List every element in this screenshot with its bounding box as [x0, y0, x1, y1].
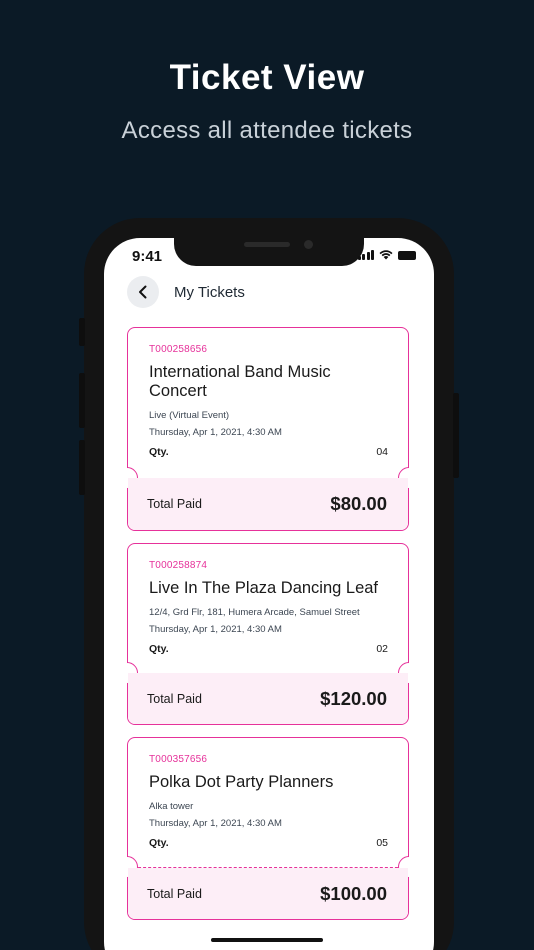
- quantity-label: Qty.: [149, 643, 169, 655]
- total-paid-row: Total Paid $100.00: [128, 868, 408, 919]
- event-name: Live In The Plaza Dancing Leaf: [149, 579, 379, 597]
- status-time: 9:41: [132, 248, 163, 265]
- home-indicator[interactable]: [211, 938, 323, 942]
- quantity-row: Qty. 04: [149, 446, 388, 458]
- power-button: [453, 393, 459, 478]
- page-title: My Tickets: [174, 284, 245, 301]
- event-venue: Alka tower: [149, 801, 194, 812]
- total-paid-amount: $120.00: [320, 687, 387, 709]
- quantity-value: 02: [376, 643, 388, 655]
- ticket-card[interactable]: T000258656 International Band Music Conc…: [127, 327, 409, 531]
- ticket-id: T000258656: [149, 344, 208, 355]
- speaker: [244, 242, 290, 247]
- quantity-row: Qty. 05: [149, 837, 388, 849]
- quantity-value: 05: [376, 837, 388, 849]
- event-venue: Live (Virtual Event): [149, 410, 230, 421]
- cellular-signal-icon: [357, 250, 374, 260]
- front-camera: [304, 240, 313, 249]
- quantity-value: 04: [376, 446, 388, 458]
- ticket-id: T000258874: [149, 560, 208, 571]
- marketing-headline: Ticket View: [169, 58, 365, 97]
- quantity-label: Qty.: [149, 837, 169, 849]
- total-paid-row: Total Paid $80.00: [128, 478, 408, 530]
- event-venue: 12/4, Grd Flr, 181, Humera Arcade, Samue…: [149, 607, 360, 618]
- total-paid-label: Total Paid: [147, 497, 202, 511]
- mute-switch: [79, 318, 85, 346]
- ticket-id: T000357656: [149, 754, 208, 765]
- event-date: Thursday, Apr 1, 2021, 4:30 AM: [149, 427, 282, 438]
- total-paid-amount: $100.00: [320, 882, 387, 904]
- event-name: Polka Dot Party Planners: [149, 773, 334, 791]
- chevron-left-icon: [139, 285, 147, 299]
- ticket-card[interactable]: T000258874 Live In The Plaza Dancing Lea…: [127, 543, 409, 725]
- volume-up-button: [79, 373, 85, 428]
- total-paid-amount: $80.00: [330, 493, 387, 514]
- notch: [174, 238, 364, 266]
- volume-down-button: [79, 440, 85, 495]
- status-icons: [357, 250, 416, 260]
- back-button[interactable]: [127, 276, 159, 308]
- total-paid-row: Total Paid $120.00: [128, 673, 408, 724]
- total-paid-label: Total Paid: [147, 886, 202, 901]
- quantity-row: Qty. 02: [149, 643, 388, 655]
- wifi-icon: [379, 250, 393, 260]
- ticket-card[interactable]: T000357656 Polka Dot Party Planners Alka…: [127, 737, 409, 920]
- battery-icon: [398, 251, 416, 260]
- event-date: Thursday, Apr 1, 2021, 4:30 AM: [149, 818, 282, 829]
- event-name: International Band Music Concert: [149, 363, 331, 400]
- total-paid-label: Total Paid: [147, 691, 202, 706]
- marketing-subheadline: Access all attendee tickets: [121, 117, 413, 144]
- phone-screen: 9:41 My Tickets T000258656 International…: [104, 238, 434, 950]
- quantity-label: Qty.: [149, 446, 169, 458]
- event-date: Thursday, Apr 1, 2021, 4:30 AM: [149, 624, 282, 635]
